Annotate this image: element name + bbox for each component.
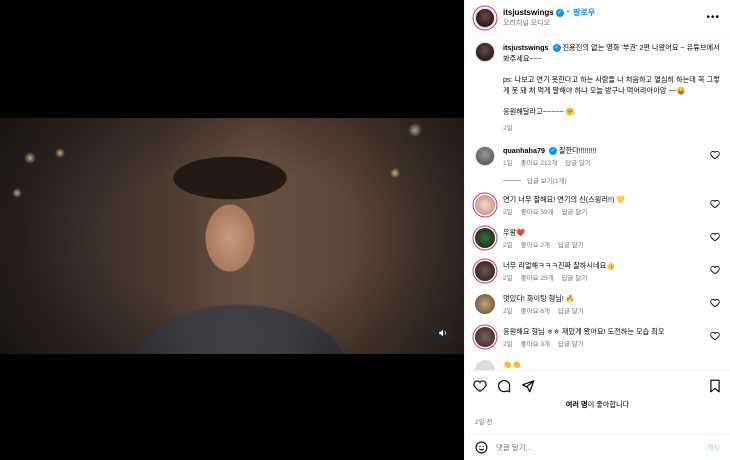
verified-icon: ✓ <box>552 44 561 53</box>
replies-divider <box>503 179 521 181</box>
likes-summary[interactable]: 여러 명이 좋아합니다 <box>465 400 730 410</box>
comment-username[interactable]: quanhaha79 <box>503 146 545 155</box>
comment-text: 👏👏 <box>503 360 521 369</box>
caption-time: 2일 <box>503 125 513 132</box>
likes-who[interactable]: 여러 명 <box>566 400 588 409</box>
comment-item: 너무 리얼해ㅋㅋㅋ진짜 잘하시네요👍 2일 좋아요 25개 답글 달기 <box>475 261 720 284</box>
follow-button[interactable]: 팔로우 <box>573 7 595 18</box>
comment-item: 멋있다! 화이팅 형님! 🔥 2일 좋아요 6개 답글 달기 <box>475 294 720 317</box>
video-player[interactable] <box>0 118 464 354</box>
comment-item: 응원해요 형님 ㅎㅎ 재밌게 봤어요! 도전하는 모습 최오 2일 좋아요 3개… <box>475 327 720 350</box>
comment-time: 2일 <box>503 275 513 282</box>
add-comment-bar: 게시 <box>465 434 730 460</box>
comments-feed[interactable]: itsjustswings ✓ 진용진의 없는 영화 '부권' 2편 나왔어요 … <box>465 36 730 370</box>
reply-button[interactable]: 답글 달기 <box>562 274 588 284</box>
caption-cheer: 응원해달라고~~~~~ 🤗 <box>503 107 575 116</box>
view-replies-button[interactable]: 답글 보기(1개) <box>503 175 720 185</box>
separator-dot: • <box>566 9 570 16</box>
comment-item: 👏👏 <box>475 360 720 370</box>
comment-time: 2일 <box>503 308 513 315</box>
caption-main: itsjustswings ✓ 진용진의 없는 영화 '부권' 2편 나왔어요 … <box>503 42 720 64</box>
comment-likes[interactable]: 좋아요 59개 <box>521 208 554 218</box>
post-sidebar: itsjustswings ✓ • 팔로우 오리지널 오디오 ••• itsju… <box>464 0 730 460</box>
bookmark-icon[interactable] <box>708 379 722 393</box>
view-replies-label: 답글 보기(1개) <box>527 178 567 185</box>
avatar[interactable] <box>475 146 495 166</box>
comment-text: 잘한다!!!!!!!!! <box>558 146 597 155</box>
avatar[interactable] <box>475 327 495 347</box>
post-comment-button[interactable]: 게시 <box>706 442 720 453</box>
comment-text: 연기 너무 잘해요! 연기의 신(스윙러!!) 💛 <box>503 195 626 204</box>
heart-icon[interactable] <box>710 265 720 275</box>
comment-item: quanhaha79 ✓ 잘한다!!!!!!!!! 1일 좋아요 212개 답글… <box>475 146 720 169</box>
sound-toggle-button[interactable] <box>432 322 454 344</box>
reply-button[interactable]: 답글 달기 <box>565 159 591 169</box>
avatar[interactable] <box>475 42 495 62</box>
comment-item: 연기 너무 잘해요! 연기의 신(스윙러!!) 💛 2일 좋아요 59개 답글 … <box>475 195 720 218</box>
media-pane <box>0 0 464 460</box>
share-icon[interactable] <box>521 379 535 393</box>
comment-time: 2일 <box>503 242 513 249</box>
caption-username[interactable]: itsjustswings <box>503 43 549 52</box>
heart-icon[interactable] <box>473 379 487 393</box>
comment-likes[interactable]: 좋아요 2개 <box>521 241 550 251</box>
post-header: itsjustswings ✓ • 팔로우 오리지널 오디오 ••• <box>465 0 730 36</box>
avatar[interactable] <box>475 195 495 215</box>
likes-suffix: 이 좋아합니다 <box>587 400 630 409</box>
comment-time: 2일 <box>503 341 513 348</box>
post-caption: itsjustswings ✓ 진용진의 없는 영화 '부권' 2편 나왔어요 … <box>475 42 720 134</box>
comment-text: 멋있다! 화이팅 형님! 🔥 <box>503 294 575 303</box>
comment-input[interactable] <box>496 443 699 452</box>
comment-text: 응원해요 형님 ㅎㅎ 재밌게 봤어요! 도전하는 모습 최오 <box>503 327 665 336</box>
reply-button[interactable]: 답글 달기 <box>558 307 584 317</box>
reply-button[interactable]: 답글 달기 <box>558 241 584 251</box>
heart-icon[interactable] <box>710 199 720 209</box>
post-viewer: itsjustswings ✓ • 팔로우 오리지널 오디오 ••• itsju… <box>0 0 730 460</box>
avatar[interactable] <box>475 228 495 248</box>
caption-ps: ps: 나보고 연기 못한다고 하는 사람들 나 처음하고 열심히 하는데 꼭 … <box>503 75 720 95</box>
audio-label[interactable]: 오리지널 오디오 <box>503 18 595 28</box>
post-actions <box>465 370 730 400</box>
comment-time: 1일 <box>503 160 513 167</box>
avatar[interactable] <box>475 261 495 281</box>
heart-icon[interactable] <box>710 298 720 308</box>
avatar[interactable] <box>475 294 495 314</box>
comment-likes[interactable]: 좋아요 3개 <box>521 340 550 350</box>
comment-icon[interactable] <box>497 379 511 393</box>
video-frame <box>0 118 464 354</box>
comment-time: 2일 <box>503 209 513 216</box>
comment-likes[interactable]: 좋아요 25개 <box>521 274 554 284</box>
verified-icon: ✓ <box>555 8 564 17</box>
emoji-icon[interactable] <box>475 441 488 454</box>
author-username[interactable]: itsjustswings <box>503 8 554 17</box>
heart-icon[interactable] <box>710 150 720 160</box>
comment-text: 우왕❤️ <box>503 228 526 237</box>
avatar[interactable] <box>475 7 495 28</box>
avatar[interactable] <box>475 360 495 370</box>
verified-icon: ✓ <box>548 147 557 156</box>
comment-item: 우왕❤️ 2일 좋아요 2개 답글 달기 <box>475 228 720 251</box>
comment-text: 너무 리얼해ㅋㅋㅋ진짜 잘하시네요👍 <box>503 261 616 270</box>
reply-button[interactable]: 답글 달기 <box>562 208 588 218</box>
comment-likes[interactable]: 좋아요 212개 <box>521 159 558 169</box>
post-date: 2일 전 <box>475 419 493 426</box>
heart-icon[interactable] <box>710 232 720 242</box>
comment-likes[interactable]: 좋아요 6개 <box>521 307 550 317</box>
heart-icon[interactable] <box>710 331 720 341</box>
more-icon[interactable]: ••• <box>706 12 720 23</box>
reply-button[interactable]: 답글 달기 <box>558 340 584 350</box>
sound-icon <box>439 329 446 337</box>
